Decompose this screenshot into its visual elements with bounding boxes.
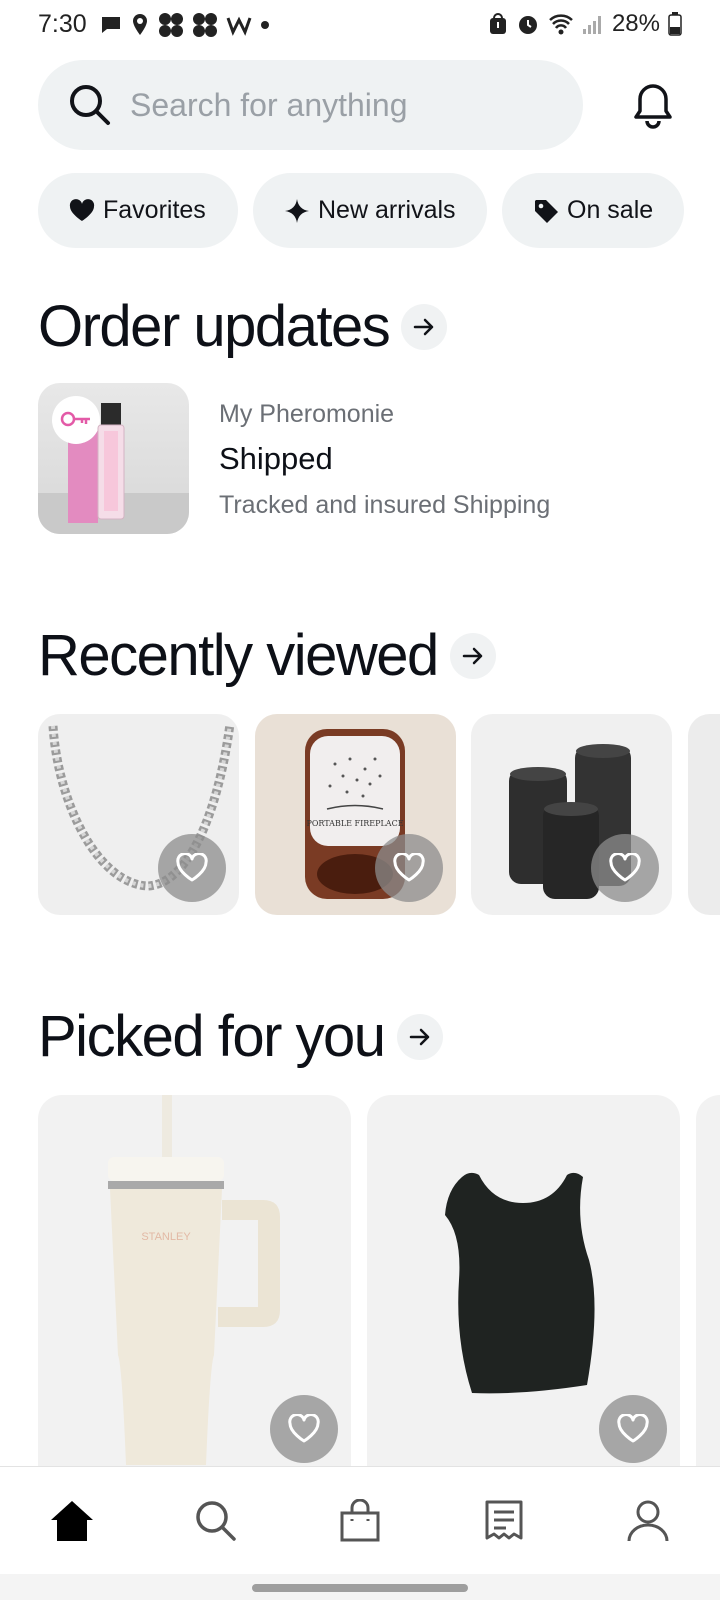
heart-icon (69, 198, 95, 224)
status-left-icons (100, 12, 270, 38)
order-status: Shipped (219, 441, 333, 476)
recently-viewed-item[interactable] (38, 714, 239, 915)
dot-icon (261, 21, 269, 29)
profile-icon (627, 1500, 669, 1542)
chip-favorites[interactable]: Favorites (38, 173, 238, 248)
app-icon (193, 13, 217, 37)
recently-viewed-item[interactable]: PORTABLE FIREPLACE (255, 714, 456, 915)
home-gesture-bar[interactable] (252, 1584, 468, 1592)
favorite-button[interactable] (158, 834, 226, 902)
bottom-navigation (0, 1466, 720, 1574)
order-updates-header[interactable]: Order updates (38, 293, 448, 360)
picked-for-you-item[interactable]: STANLEY (38, 1095, 351, 1475)
favorite-button[interactable] (375, 834, 443, 902)
battery-percent: 28% (611, 10, 660, 37)
order-thumbnail[interactable] (38, 383, 189, 534)
recently-viewed-header[interactable]: Recently viewed (38, 622, 496, 689)
sparkle-icon (284, 198, 310, 224)
recently-viewed-item-partial[interactable] (688, 714, 720, 915)
picked-for-you-item[interactable] (367, 1095, 680, 1475)
alarm-icon (518, 16, 537, 34)
chip-label: On sale (567, 196, 654, 224)
gesture-area (0, 1574, 720, 1600)
heart-outline-icon (288, 1414, 320, 1443)
order-description: Tracked and insured Shipping (219, 491, 551, 519)
status-bar: 7:30 28% (0, 0, 720, 52)
section-title: Picked for you (38, 1004, 386, 1069)
chip-new-arrivals[interactable]: New arrivals (253, 173, 487, 248)
picked-for-you-item-partial[interactable] (696, 1095, 720, 1475)
tumbler-brand: STANLEY (141, 1231, 191, 1243)
notifications-button[interactable] (628, 80, 678, 130)
candle-label: PORTABLE FIREPLACE (306, 819, 403, 828)
message-icon (102, 17, 120, 33)
recently-viewed-item[interactable] (471, 714, 672, 915)
location-icon (133, 14, 147, 35)
w-app-icon (226, 16, 252, 36)
section-title: Recently viewed (38, 623, 439, 688)
arrow-right-icon (409, 1028, 429, 1045)
nav-search[interactable] (192, 1497, 240, 1545)
status-time: 7:30 (38, 10, 87, 38)
favorite-button[interactable] (270, 1395, 338, 1463)
heart-outline-icon (609, 853, 641, 882)
chip-label: New arrivals (318, 196, 456, 224)
heart-outline-icon (176, 853, 208, 882)
favorite-button[interactable] (591, 834, 659, 902)
wifi-icon (549, 14, 573, 35)
arrow-right-icon (462, 647, 483, 664)
search-input[interactable]: Search for anything (38, 60, 583, 150)
signal-icon (582, 16, 601, 34)
favorite-button[interactable] (599, 1395, 667, 1463)
chip-label: Favorites (103, 196, 206, 224)
nav-home[interactable] (48, 1497, 96, 1545)
section-title: Order updates (38, 294, 391, 359)
order-updates-arrow-button[interactable] (401, 303, 448, 350)
bag-alert-icon (489, 13, 506, 34)
receipt-icon (485, 1500, 523, 1540)
perfume-image (38, 396, 189, 534)
search-icon (70, 85, 110, 125)
picked-for-you-header[interactable]: Picked for you (38, 1003, 443, 1070)
order-seller: My Pheromonie (219, 400, 395, 428)
bell-icon (634, 84, 672, 129)
app-icon (159, 13, 183, 37)
search-placeholder: Search for anything (130, 86, 408, 123)
chip-on-sale[interactable]: On sale (502, 173, 684, 248)
nav-profile[interactable] (624, 1497, 672, 1545)
picked-for-you-arrow-button[interactable] (396, 1013, 443, 1060)
heart-outline-icon (393, 853, 425, 882)
battery-icon (668, 12, 682, 36)
status-right-icons: 28% (488, 10, 682, 38)
nav-selling[interactable] (336, 1497, 384, 1545)
heart-outline-icon (617, 1414, 649, 1443)
shopping-bag-icon (340, 1499, 380, 1542)
home-icon (51, 1501, 93, 1541)
recently-viewed-arrow-button[interactable] (449, 632, 496, 679)
nav-orders[interactable] (480, 1497, 528, 1545)
arrow-right-icon (414, 318, 434, 335)
order-item[interactable]: My Pheromonie Shipped Tracked and insure… (219, 400, 550, 520)
tag-icon (533, 198, 559, 224)
search-icon (196, 1501, 236, 1541)
